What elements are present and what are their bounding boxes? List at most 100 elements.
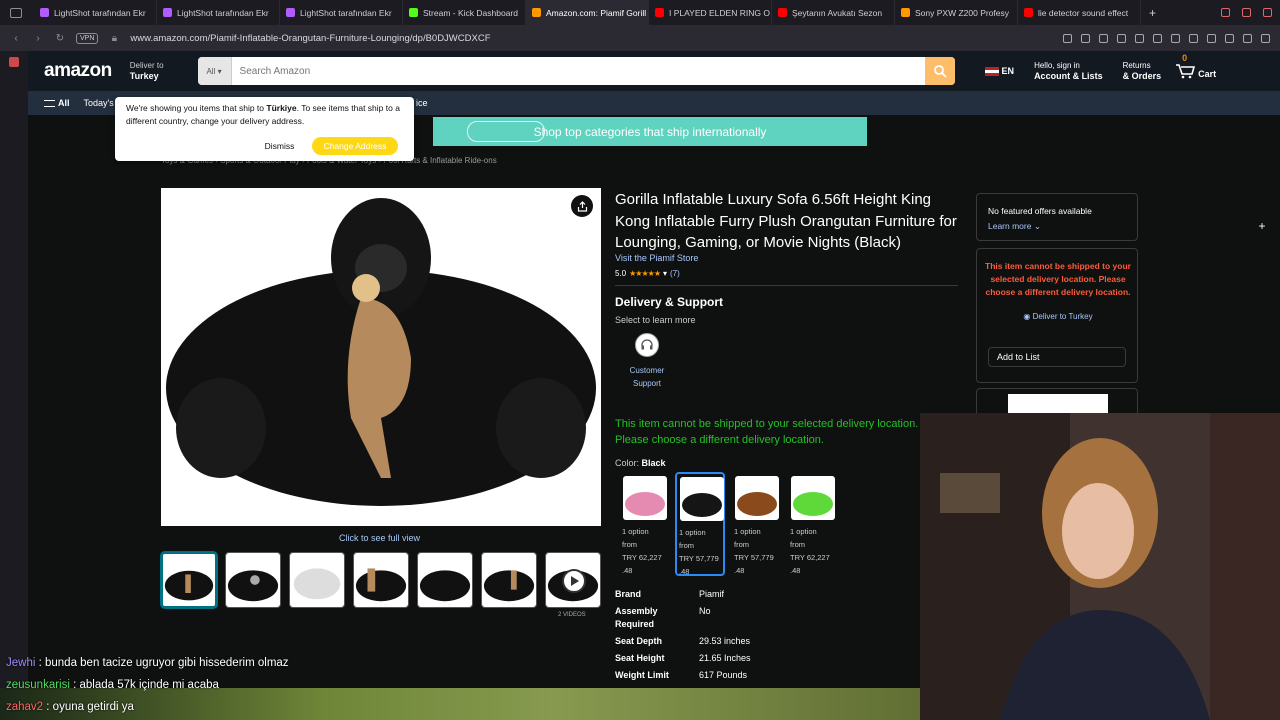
thumbnail-image[interactable]: [161, 552, 217, 608]
swatch-price: 1 option from TRY 57,779.48: [679, 528, 719, 576]
browser-tab[interactable]: Şeytanın Avukatı Sezon: [772, 0, 895, 25]
color-swatch[interactable]: 1 option from TRY 62,227.48: [787, 472, 837, 576]
truck-icon: [467, 121, 545, 142]
close-window-icon[interactable]: [1263, 8, 1272, 17]
account-lists[interactable]: Hello, sign in Account & Lists: [1034, 61, 1103, 81]
spec-key: Seat Depth: [615, 636, 663, 646]
color-label: Color: Black: [615, 458, 666, 468]
customer-support-link[interactable]: Customer Support: [622, 364, 672, 390]
camera-icon[interactable]: [1153, 33, 1162, 43]
new-tab-icon[interactable]: +: [1149, 6, 1156, 20]
play-icon[interactable]: [1135, 33, 1144, 43]
browser-tab[interactable]: I PLAYED ELDEN RING O: [649, 0, 772, 25]
search-icon: [933, 65, 947, 78]
forward-icon[interactable]: ›: [32, 33, 44, 44]
product-main-image[interactable]: [161, 188, 601, 526]
language-selector[interactable]: EN: [984, 66, 1014, 76]
amazon-logo[interactable]: amazon: [44, 60, 112, 82]
sidebar-app-icon[interactable]: [9, 57, 19, 67]
puzzle-icon[interactable]: [1207, 33, 1216, 43]
search-button[interactable]: [924, 57, 955, 85]
dismiss-button[interactable]: Dismiss: [252, 137, 307, 155]
video-thumbnail[interactable]: [545, 552, 601, 608]
cannot-ship-message: This item cannot be shipped to your sele…: [985, 261, 1131, 297]
change-address-button[interactable]: Change Address: [312, 137, 398, 155]
address-bar: ‹ › ↻ VPN 🔒︎ www.amazon.com/Piamif-Infla…: [0, 25, 1280, 51]
shipping-warning: This item cannot be shipped to your sele…: [615, 418, 919, 446]
international-banner[interactable]: Shop top categories that ship internatio…: [433, 117, 867, 146]
chevron-down-icon: ▾: [662, 269, 667, 278]
swatch-image: [791, 476, 835, 520]
download-icon[interactable]: [1243, 33, 1252, 43]
rating-row[interactable]: 5.0 ★★★★★ ▾ (7): [615, 269, 680, 278]
customer-support-icon[interactable]: [635, 333, 659, 357]
share-button[interactable]: [571, 195, 593, 217]
browser-sidebar: [0, 51, 28, 720]
browser-tab[interactable]: LightShot tarafından Ekr: [34, 0, 157, 25]
expand-icon[interactable]: +: [1254, 219, 1270, 235]
color-swatch[interactable]: 1 option from TRY 57,779.48: [731, 472, 781, 576]
rating-count[interactable]: (7): [670, 269, 680, 278]
tab-favicon-icon: [655, 8, 664, 17]
add-to-list-button[interactable]: Add to List: [988, 347, 1126, 367]
shield-icon[interactable]: [1099, 33, 1108, 43]
maximize-icon[interactable]: [1242, 8, 1251, 17]
extension-icon[interactable]: [1081, 33, 1090, 43]
delivery-support-subtitle: Select to learn more: [615, 315, 696, 325]
click-full-view-link[interactable]: Click to see full view: [339, 533, 420, 543]
adblock-icon[interactable]: [1189, 33, 1198, 43]
browser-tab[interactable]: LightShot tarafından Ekr: [280, 0, 403, 25]
tab-label: LightShot tarafından Ekr: [177, 7, 269, 18]
share-icon[interactable]: [1225, 33, 1234, 43]
menu-icon[interactable]: [1261, 33, 1270, 43]
reload-icon[interactable]: ↻: [54, 33, 66, 44]
color-swatch[interactable]: 1 option from TRY 62,227.48: [619, 472, 669, 576]
extension-icons: [1063, 33, 1280, 43]
color-swatch[interactable]: 1 option from TRY 57,779.48: [675, 472, 725, 576]
deliver-to-link[interactable]: ◉ Deliver to Turkey: [977, 312, 1139, 321]
store-link[interactable]: Visit the Piamif Store: [615, 253, 698, 263]
star-rating-icon: ★★★★★: [629, 269, 661, 278]
minimize-icon[interactable]: [1221, 8, 1230, 17]
delivery-location-popup: We're showing you items that ship to Tür…: [115, 97, 414, 161]
returns-orders[interactable]: Returns & Orders: [1123, 61, 1162, 81]
learn-more-link[interactable]: Learn more ⌄: [988, 221, 1041, 232]
thumbnail-image[interactable]: [225, 552, 281, 608]
vpn-badge[interactable]: VPN: [76, 32, 99, 44]
back-icon[interactable]: ‹: [10, 33, 22, 44]
offers-box: No featured offers available Learn more …: [976, 193, 1138, 241]
nav-todays-deals[interactable]: Today's: [84, 98, 114, 108]
tab-label: LightShot tarafından Ekr: [300, 7, 392, 18]
browser-tab[interactable]: Sony PXW Z200 Profesy: [895, 0, 1018, 25]
webcam-overlay: [920, 413, 1280, 720]
chevron-down-icon: ⌄: [1033, 221, 1041, 231]
browser-tab[interactable]: Amazon.com: Piamif Gorill: [526, 0, 649, 25]
location-pin-icon: ◉: [1023, 312, 1031, 321]
amazon-header: amazon Deliver to Turkey All ▾ EN Hello,…: [28, 51, 1280, 91]
divider: [615, 285, 958, 286]
browser-tab[interactable]: Stream - Kick Dashboard: [403, 0, 526, 25]
nav-customer-service[interactable]: ice: [416, 98, 428, 108]
browser-tabbar: LightShot tarafından Ekr LightShot tarafı…: [0, 0, 1280, 25]
thumbnail-strip: [161, 552, 601, 608]
url-field[interactable]: www.amazon.com/Piamif-Inflatable-Orangut…: [130, 33, 490, 44]
browser-tab[interactable]: LightShot tarafından Ekr: [157, 0, 280, 25]
tab-overview-icon[interactable]: [10, 7, 22, 18]
all-menu-button[interactable]: All: [44, 98, 70, 108]
search-category-select[interactable]: All ▾: [197, 57, 232, 85]
thumbnail-image[interactable]: [481, 552, 537, 608]
color-swatches: 1 option from TRY 62,227.48 1 option from TRY…: [619, 472, 837, 576]
heart-icon[interactable]: [1171, 33, 1180, 43]
browser-tab[interactable]: lie detector sound effect: [1018, 0, 1141, 25]
thumbnail-image[interactable]: [289, 552, 345, 608]
bookmark-icon[interactable]: [1063, 33, 1072, 43]
spec-value: Piamif: [699, 589, 725, 599]
deliver-to[interactable]: Deliver to Turkey: [130, 61, 164, 81]
cart[interactable]: 0 Cart: [1175, 53, 1216, 79]
hamburger-icon: [44, 99, 55, 107]
tab-favicon-icon: [40, 8, 49, 17]
search-input[interactable]: [231, 57, 925, 85]
thumbnail-image[interactable]: [417, 552, 473, 608]
thumbnail-image[interactable]: [353, 552, 409, 608]
translate-icon[interactable]: [1117, 33, 1126, 43]
